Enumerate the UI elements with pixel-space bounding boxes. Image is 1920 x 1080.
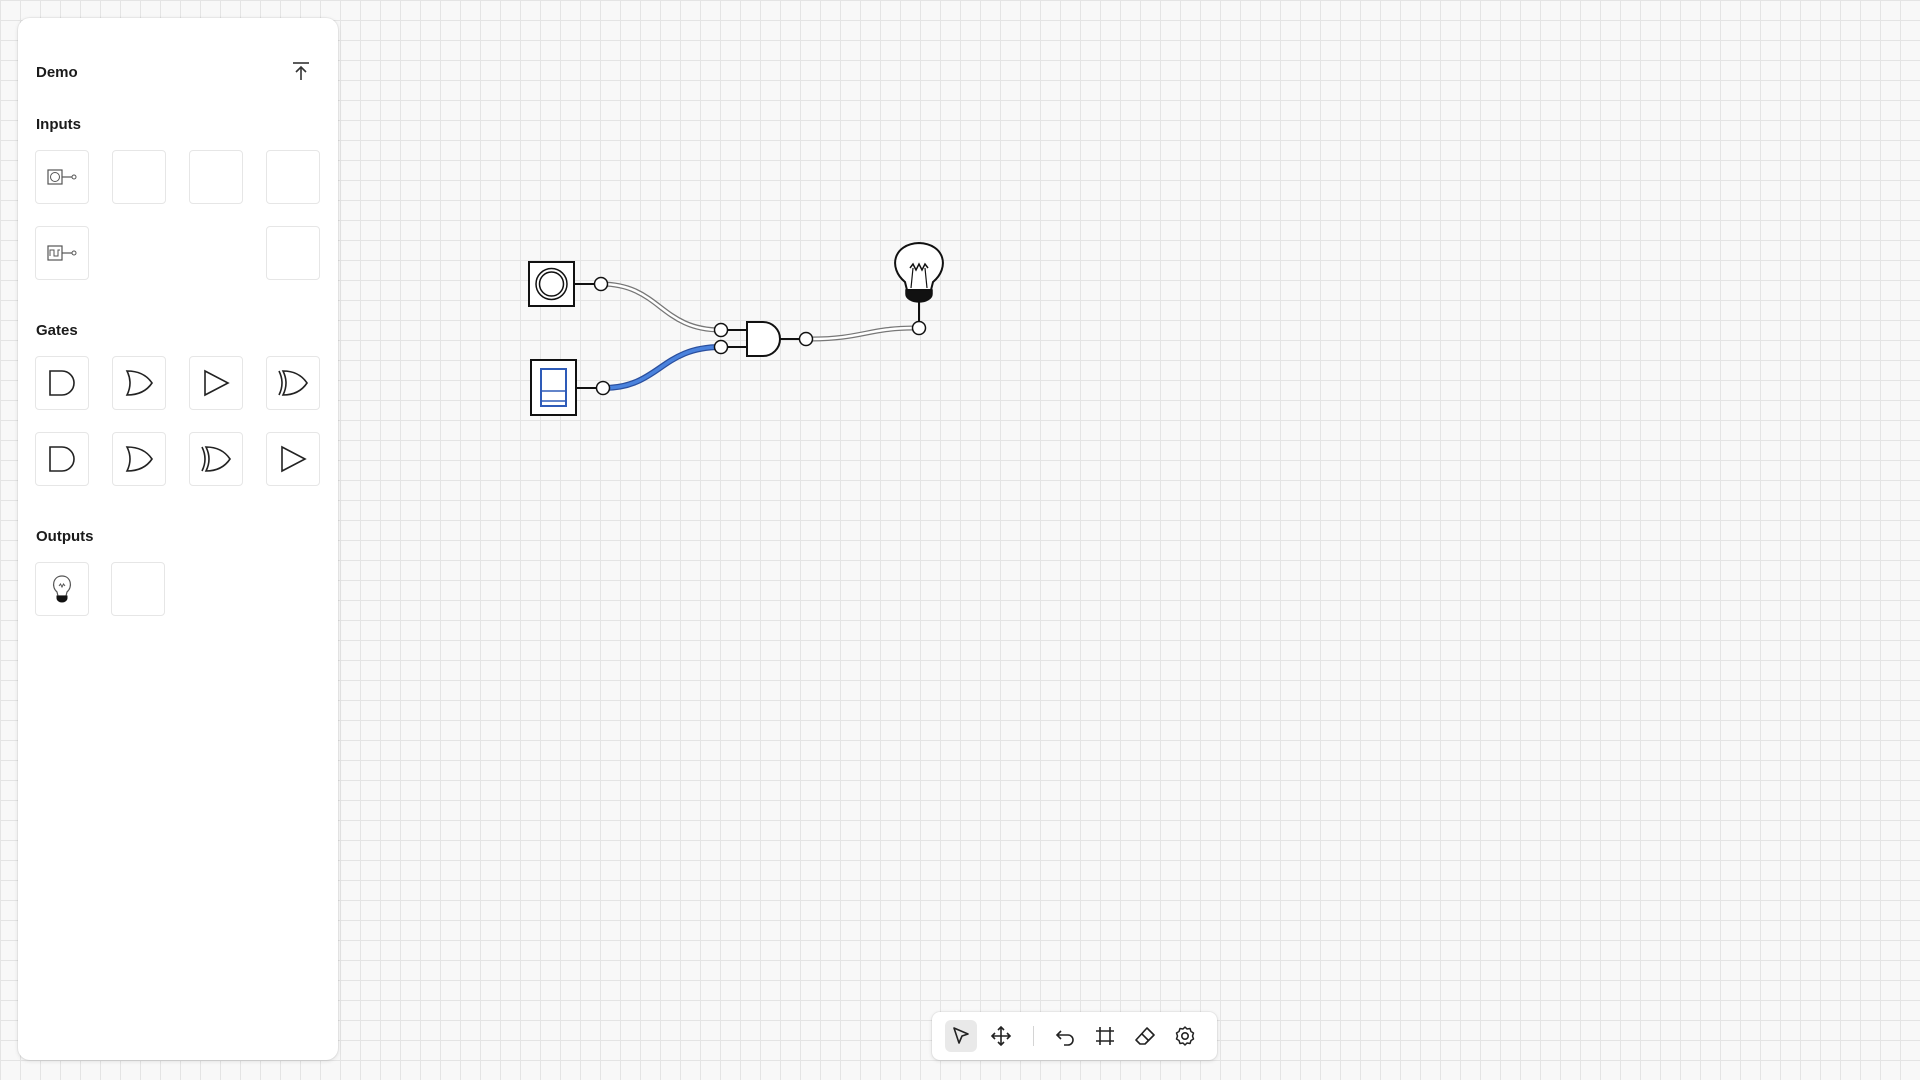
undo-icon [1055,1030,1074,1046]
toggle-switch-component[interactable] [530,359,597,416]
settings-icon [1175,1026,1195,1046]
and-gate-icon [49,370,75,396]
tile-xor-gate[interactable] [266,356,320,410]
tile-output-empty-1[interactable] [111,562,165,616]
push-button-icon [47,169,77,185]
tile-clock[interactable] [35,226,89,280]
wire-switch-to-gate[interactable] [602,344,722,391]
pin-gate-in-b[interactable] [713,339,729,355]
section-label-inputs: Inputs [36,116,81,133]
pin-bulb-in[interactable] [911,320,927,336]
pin-switch-out[interactable] [595,380,611,396]
xnor-gate-icon [201,446,231,472]
toolbar-separator [1033,1026,1034,1046]
tile-nand-gate[interactable] [35,432,89,486]
xor-gate-icon [278,370,308,396]
tile-input-empty-4[interactable] [266,226,320,280]
bottom-toolbar [932,1012,1217,1060]
wire-button-to-gate[interactable] [600,281,722,333]
pin-button-out[interactable] [593,276,609,292]
light-bulb-component[interactable] [894,241,944,322]
section-label-gates: Gates [36,322,78,339]
tile-push-button[interactable] [35,150,89,204]
nor-gate-icon [125,446,153,472]
tile-xnor-gate[interactable] [189,432,243,486]
tool-move[interactable] [985,1020,1017,1052]
push-button-component[interactable] [528,261,595,307]
tile-buffer-gate[interactable] [189,356,243,410]
pin-gate-in-a[interactable] [713,322,729,338]
tool-frame[interactable] [1089,1020,1121,1052]
component-panel: Demo Inputs Gates Outputs [18,18,338,1060]
tile-input-empty-3[interactable] [266,150,320,204]
tile-and-gate[interactable] [35,356,89,410]
tool-settings[interactable] [1169,1020,1201,1052]
or-gate-icon [125,370,153,396]
pin-gate-out[interactable] [798,331,814,347]
light-bulb-icon [52,575,72,603]
tile-input-empty-1[interactable] [112,150,166,204]
and-gate-component[interactable] [727,321,800,357]
tool-undo[interactable] [1049,1020,1081,1052]
tile-input-empty-2[interactable] [189,150,243,204]
not-gate-icon [281,445,307,473]
collapse-up-icon[interactable] [286,56,316,86]
tool-eraser[interactable] [1129,1020,1161,1052]
move-icon [990,1025,1012,1047]
nand-gate-icon [49,446,75,472]
frame-icon [1096,1027,1114,1045]
tile-nor-gate[interactable] [112,432,166,486]
tool-select[interactable] [945,1020,977,1052]
tile-light-bulb[interactable] [35,562,89,616]
panel-title: Demo [36,64,78,81]
tile-or-gate[interactable] [112,356,166,410]
select-cursor-icon [953,1027,969,1044]
wire-gate-to-bulb[interactable] [811,325,914,342]
clock-icon [47,245,77,261]
tile-not-gate[interactable] [266,432,320,486]
eraser-icon [1135,1027,1155,1045]
buffer-gate-icon [204,369,230,397]
section-label-outputs: Outputs [36,528,94,545]
